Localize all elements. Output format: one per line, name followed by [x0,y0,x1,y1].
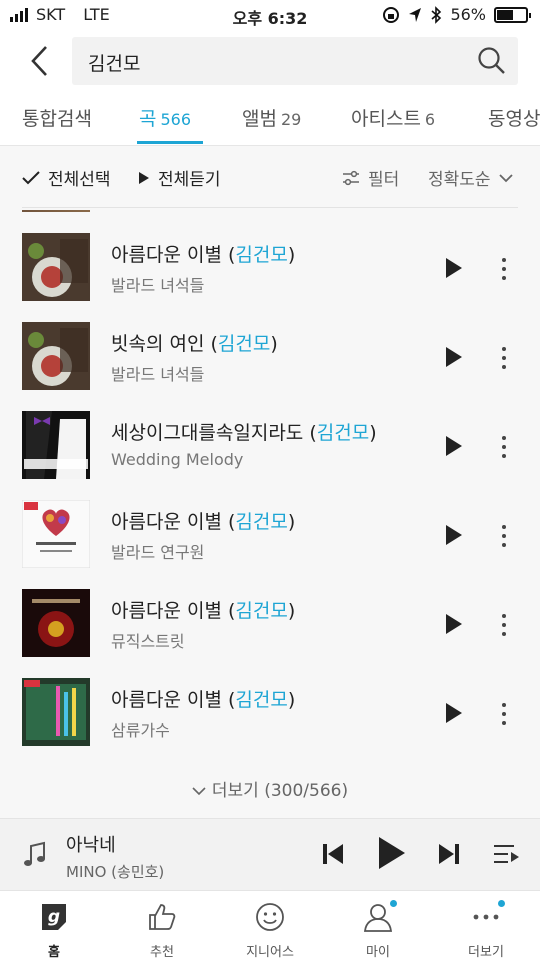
notification-dot [390,900,397,907]
home-g-icon: g [42,904,66,930]
more-dots-icon [473,914,499,920]
mini-player[interactable]: 아낙네 MINO (송민호) [0,818,540,890]
person-icon [363,904,393,932]
check-icon [22,170,40,184]
play-icon[interactable] [440,522,466,548]
tab-songs[interactable]: 곡 566 [139,104,191,131]
song-album: Wedding Melody [111,450,244,469]
more-vertical-icon[interactable] [494,255,514,283]
nav-my[interactable]: 마이 [333,899,423,960]
song-album: 발라드 녀석들 [111,365,205,384]
tab-artists[interactable]: 아티스트 6 [351,104,435,131]
song-title[interactable]: 아름다운 이별 (김건모) [111,507,295,534]
play-all-button[interactable]: 전체듣기 [138,165,221,190]
list-item[interactable]: 세상이그대를속일지라도 (김건모) Wedding Melody [0,388,540,479]
search-tabs: 통합검색 곡 566 앨범 29 아티스트 6 동영상 [0,90,540,146]
more-vertical-icon[interactable] [494,522,514,550]
album-art[interactable] [22,678,90,746]
album-art[interactable] [22,411,90,479]
tab-videos[interactable]: 동영상 [488,104,540,131]
song-artist[interactable]: 김건모 [235,244,287,266]
bottom-nav: g 홈 추천 지니어스 마이 더보기 [0,890,540,961]
song-album: 발라드 연구원 [111,543,205,562]
load-more-button[interactable]: 더보기 (300/566) [0,776,540,801]
song-album: 발라드 녀석들 [111,276,205,295]
list-item[interactable]: 아름다운 이별 (김건모) 뮤직스트릿 [0,566,540,657]
nav-more[interactable]: 더보기 [441,899,531,960]
album-art[interactable] [22,500,90,568]
list-item[interactable]: 아름다운 이별 (김건모) 삼류가수 [0,655,540,746]
song-title[interactable]: 아름다운 이별 (김건모) [111,596,295,623]
status-bar: SKT LTE 오후 6:32 56% [0,0,540,32]
thumbs-up-icon [149,904,176,930]
battery-percent: 56% [450,5,486,24]
album-art[interactable] [22,589,90,657]
play-icon[interactable] [440,433,466,459]
chevron-down-icon [192,787,206,796]
song-title[interactable]: 아름다운 이별 (김건모) [111,240,295,267]
list-item[interactable]: 아름다운 이별 (김건모) 발라드 녀석들 [0,210,540,301]
nav-home[interactable]: g 홈 [9,899,99,960]
chevron-left-icon[interactable] [22,42,58,80]
song-artist[interactable]: 김건모 [218,333,270,355]
tab-albums[interactable]: 앨범 29 [242,104,301,131]
search-icon[interactable] [476,45,508,77]
chevron-down-icon [498,173,513,182]
list-toolbar: 전체선택 전체듣기 필터 정확도순 [0,147,540,207]
previous-icon[interactable] [320,841,346,867]
filter-button[interactable]: 필터 [342,165,399,190]
nav-genius[interactable]: 지니어스 [225,899,315,960]
smile-icon [256,903,284,931]
play-small-icon [139,171,149,184]
album-art[interactable] [22,233,90,301]
more-vertical-icon[interactable] [494,433,514,461]
song-album: 삼류가수 [111,721,170,740]
now-playing-title[interactable]: 아낙네 [66,831,116,857]
play-icon[interactable] [440,700,466,726]
play-icon[interactable] [440,344,466,370]
list-item[interactable]: 아름다운 이별 (김건모) 발라드 연구원 [0,477,540,568]
more-vertical-icon[interactable] [494,344,514,372]
notification-dot [498,900,505,907]
playlist-icon[interactable] [492,843,520,867]
song-artist[interactable]: 김건모 [235,689,287,711]
bluetooth-icon [431,5,442,24]
battery-icon [494,6,531,23]
location-icon [409,7,422,22]
svg-text:g: g [48,907,60,927]
song-title[interactable]: 빗속의 여인 (김건모) [111,329,278,356]
toolbar-divider [22,207,518,208]
play-icon[interactable] [374,835,408,871]
search-header: 김건모 [0,32,540,90]
song-artist[interactable]: 김건모 [317,422,369,444]
more-vertical-icon[interactable] [494,700,514,728]
nav-recommend[interactable]: 추천 [117,899,207,960]
song-title[interactable]: 아름다운 이별 (김건모) [111,685,295,712]
play-icon[interactable] [440,611,466,637]
more-vertical-icon[interactable] [494,611,514,639]
song-artist[interactable]: 김건모 [235,600,287,622]
play-icon[interactable] [440,255,466,281]
album-art[interactable] [22,322,90,390]
tab-integrated[interactable]: 통합검색 [22,104,92,131]
song-title[interactable]: 세상이그대를속일지라도 (김건모) [111,418,377,445]
select-all-button[interactable]: 전체선택 [22,165,111,190]
next-icon[interactable] [436,841,462,867]
song-list: 아름다운 이별 (김건모) 발라드 녀석들 빗속의 여인 (김건모) 발라드 녀… [0,210,540,762]
now-playing-artist[interactable]: MINO (송민호) [66,861,164,882]
search-query[interactable]: 김건모 [88,49,140,76]
active-tab-indicator [137,141,203,144]
song-album: 뮤직스트릿 [111,632,185,651]
song-artist[interactable]: 김건모 [235,511,287,533]
list-item[interactable]: 빗속의 여인 (김건모) 발라드 녀석들 [0,299,540,390]
search-input[interactable]: 김건모 [72,37,518,85]
sort-dropdown[interactable]: 정확도순 [428,165,513,190]
music-note-icon [24,841,45,866]
rotation-lock-icon [383,6,400,23]
filter-icon [343,170,359,185]
